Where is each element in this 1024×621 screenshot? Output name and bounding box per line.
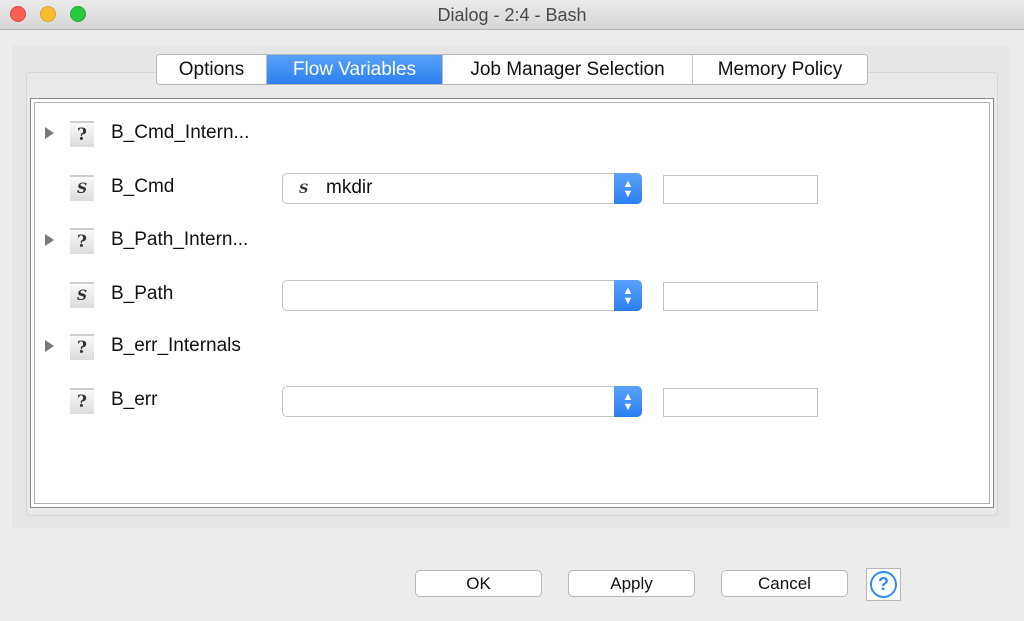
tab-flow-variables[interactable]: Flow Variables — [267, 55, 443, 84]
chevron-updown-icon[interactable]: ▲ ▼ — [614, 280, 642, 311]
flow-variables-panel: ? B_Cmd_Intern... S B_Cmd S mkdir ▲ ▼ ? B… — [30, 98, 994, 508]
help-icon: ? — [870, 571, 897, 598]
tab-options[interactable]: Options — [157, 55, 267, 84]
string-type-icon: S — [70, 282, 94, 308]
unknown-type-icon: ? — [70, 121, 94, 147]
variable-row-b-cmd-internals: ? B_Cmd_Intern... — [35, 119, 989, 149]
variable-row-b-path-internals: ? B_Path_Intern... — [35, 226, 989, 256]
b-err-variable-select[interactable]: ▲ ▼ — [282, 386, 642, 417]
unknown-type-icon: ? — [70, 388, 94, 414]
b-cmd-variable-select[interactable]: S mkdir ▲ ▼ — [282, 173, 642, 204]
variable-name: B_err — [111, 389, 158, 410]
b-cmd-new-variable-input[interactable] — [663, 175, 818, 204]
b-path-variable-select[interactable]: ▲ ▼ — [282, 280, 642, 311]
title-bar: Dialog - 2:4 - Bash — [0, 0, 1024, 30]
expand-arrow-icon[interactable] — [45, 127, 54, 139]
tab-memory-policy[interactable]: Memory Policy — [693, 55, 867, 84]
expand-arrow-icon[interactable] — [45, 234, 54, 246]
variable-row-b-err: ? B_err ▲ ▼ — [35, 386, 989, 417]
b-err-new-variable-input[interactable] — [663, 388, 818, 417]
expand-arrow-icon[interactable] — [45, 340, 54, 352]
chevron-updown-icon[interactable]: ▲ ▼ — [614, 386, 642, 417]
tab-bar: Options Flow Variables Job Manager Selec… — [156, 54, 868, 85]
string-type-icon: S — [299, 182, 309, 197]
variable-name: B_Path_Intern... — [111, 229, 249, 250]
help-button[interactable]: ? — [866, 568, 901, 601]
cancel-button[interactable]: Cancel — [721, 570, 848, 597]
unknown-type-icon: ? — [70, 334, 94, 360]
apply-button[interactable]: Apply — [568, 570, 695, 597]
variable-name: B_Cmd — [111, 176, 175, 197]
variable-name: B_Path — [111, 283, 174, 304]
chevron-updown-icon[interactable]: ▲ ▼ — [614, 173, 642, 204]
variable-name: B_Cmd_Intern... — [111, 122, 250, 143]
unknown-type-icon: ? — [70, 228, 94, 254]
tab-job-manager-selection[interactable]: Job Manager Selection — [443, 55, 693, 84]
variable-row-b-err-internals: ? B_err_Internals — [35, 332, 989, 362]
ok-button[interactable]: OK — [415, 570, 542, 597]
window-title: Dialog - 2:4 - Bash — [437, 5, 587, 25]
variable-row-b-cmd: S B_Cmd S mkdir ▲ ▼ — [35, 173, 989, 204]
selected-variable: mkdir — [326, 177, 373, 198]
variable-row-b-path: S B_Path ▲ ▼ — [35, 280, 989, 311]
string-type-icon: S — [70, 175, 94, 201]
b-path-new-variable-input[interactable] — [663, 282, 818, 311]
variables-tree: ? B_Cmd_Intern... S B_Cmd S mkdir ▲ ▼ ? B… — [34, 102, 990, 504]
variable-name: B_err_Internals — [111, 335, 241, 356]
